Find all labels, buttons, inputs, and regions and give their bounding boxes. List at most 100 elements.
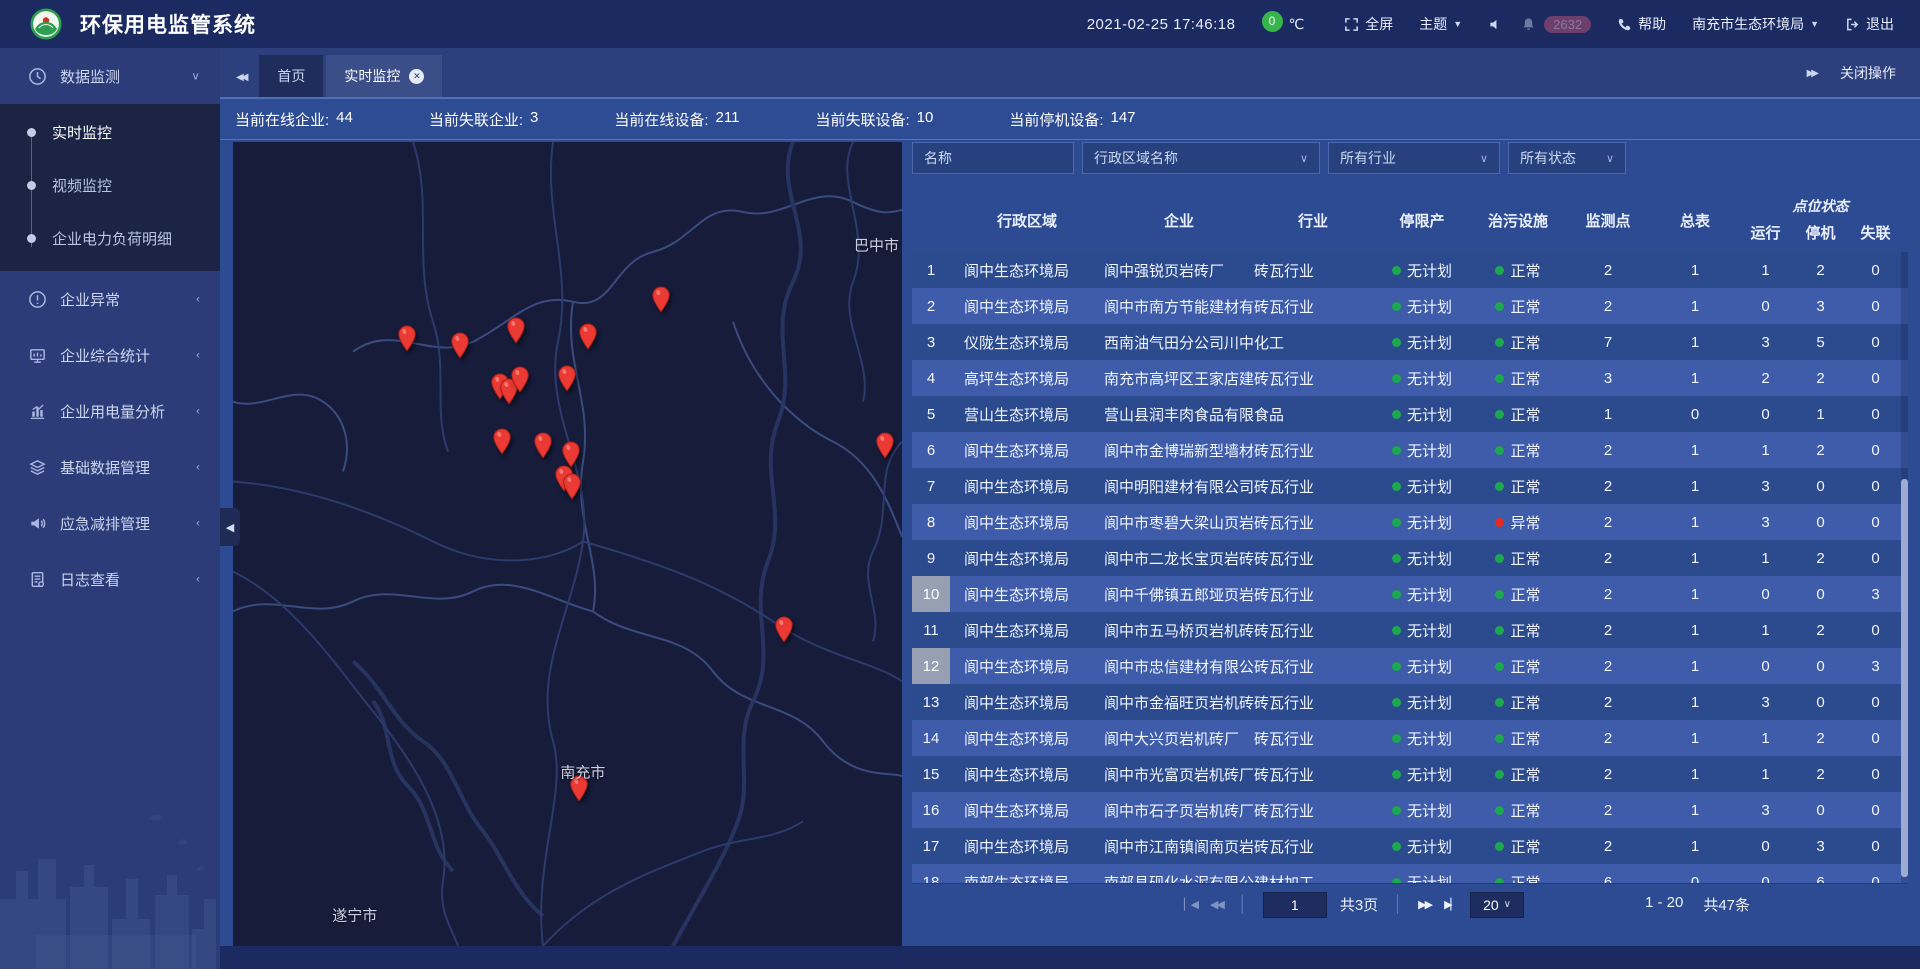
sidebar-item-emergency-reduction-management[interactable]: 应急减排管理‹ bbox=[0, 495, 220, 551]
next-page-button[interactable]: ▶▶ bbox=[1418, 898, 1431, 911]
sidebar-subitem-enterprise-power-load-detail[interactable]: 企业电力负荷明细 bbox=[0, 212, 220, 265]
map-pin-icon[interactable] bbox=[876, 432, 895, 464]
speaker-icon bbox=[1488, 17, 1503, 32]
table-row[interactable]: 1阆中生态环境局阆中强锐页岩砖厂砖瓦行业无计划正常21120 bbox=[912, 252, 1908, 288]
cell-facility-status: 正常 bbox=[1472, 872, 1564, 884]
stat-value: 10 bbox=[917, 109, 934, 130]
cell-facility-status: 正常 bbox=[1472, 404, 1564, 425]
table-row[interactable]: 9阆中生态环境局阆中市二龙长宝页岩砖砖瓦行业无计划正常21120 bbox=[912, 540, 1908, 576]
table-row[interactable]: 14阆中生态环境局阆中大兴页岩机砖厂砖瓦行业无计划正常21120 bbox=[912, 720, 1908, 756]
table-row[interactable]: 8阆中生态环境局阆中市枣碧大梁山页岩砖瓦行业无计划异常21300 bbox=[912, 504, 1908, 540]
map-pin-icon[interactable] bbox=[397, 325, 416, 357]
logout-button[interactable]: 退出 bbox=[1845, 14, 1894, 34]
map-pin-icon[interactable] bbox=[579, 323, 598, 355]
tabs-scroll-left-icon[interactable]: ◀◀ bbox=[236, 72, 245, 83]
cell-industry: 砖瓦行业 bbox=[1254, 836, 1372, 857]
cell-industry: 砖瓦行业 bbox=[1254, 692, 1372, 713]
status-dot-icon bbox=[1392, 698, 1401, 707]
close-icon[interactable]: ✕ bbox=[409, 69, 424, 84]
table-row[interactable]: 10阆中生态环境局阆中千佛镇五郎垭页岩砖瓦行业无计划正常21003 bbox=[912, 576, 1908, 612]
table-row[interactable]: 16阆中生态环境局阆中市石子页岩机砖厂砖瓦行业无计划正常21300 bbox=[912, 792, 1908, 828]
map-pin-icon[interactable] bbox=[652, 286, 671, 318]
notifications-button[interactable]: 2632 bbox=[1521, 16, 1591, 33]
cell-monitor-points: 2 bbox=[1564, 442, 1652, 459]
temperature: 0 ℃ bbox=[1262, 16, 1305, 33]
prev-page-button[interactable]: ◀◀ bbox=[1210, 898, 1223, 911]
cell-monitor-points: 2 bbox=[1564, 478, 1652, 495]
page-size-select[interactable]: 20∨ bbox=[1470, 892, 1524, 918]
cell-company: 阆中市金福旺页岩机砖 bbox=[1104, 692, 1254, 713]
last-page-button[interactable]: ▶▏ bbox=[1444, 898, 1457, 911]
cell-stopped: 6 bbox=[1793, 874, 1848, 884]
main-content: ◀ bbox=[220, 140, 1920, 969]
sidebar-item-data-monitoring[interactable]: 数据监测∨ bbox=[0, 48, 220, 104]
tab-home[interactable]: 首页 bbox=[259, 55, 323, 97]
map-pin-icon[interactable] bbox=[506, 317, 525, 349]
map-pin-icon[interactable] bbox=[450, 332, 469, 364]
cell-industry: 砖瓦行业 bbox=[1254, 656, 1372, 677]
table-row[interactable]: 18南部生态环境局南部县砚化水泥有限公建材加工无计划正常60060 bbox=[912, 864, 1908, 883]
cell-total-meters: 0 bbox=[1652, 406, 1738, 423]
industry-select[interactable]: 所有行业∨ bbox=[1328, 142, 1500, 174]
map-pin-icon[interactable] bbox=[492, 428, 511, 460]
status-select[interactable]: 所有状态∨ bbox=[1508, 142, 1626, 174]
map-pin-icon[interactable] bbox=[563, 473, 582, 505]
org-dropdown[interactable]: 南充市生态环境局▼ bbox=[1692, 14, 1819, 34]
status-dot-icon bbox=[1495, 770, 1504, 779]
table-row[interactable]: 5营山生态环境局营山县润丰肉食品有限食品无计划正常10010 bbox=[912, 396, 1908, 432]
sidebar-item-enterprise-comprehensive-stats[interactable]: 企业综合统计‹ bbox=[0, 327, 220, 383]
table-row[interactable]: 15阆中生态环境局阆中市光富页岩机砖厂砖瓦行业无计划正常21120 bbox=[912, 756, 1908, 792]
sidebar-subitem-label: 实时监控 bbox=[52, 122, 112, 143]
tabs-scroll-right-icon[interactable]: ▶▶ bbox=[1807, 68, 1816, 79]
table-row[interactable]: 2阆中生态环境局阆中市南方节能建材有砖瓦行业无计划正常21030 bbox=[912, 288, 1908, 324]
map-pin-icon[interactable] bbox=[533, 432, 552, 464]
stat-online-devices: 当前在线设备:211 bbox=[614, 109, 739, 130]
fullscreen-button[interactable]: 全屏 bbox=[1344, 14, 1393, 34]
theme-button[interactable]: 主题▼ bbox=[1419, 14, 1462, 34]
row-index: 2 bbox=[912, 288, 950, 324]
sidebar-subitem-label: 视频监控 bbox=[52, 175, 112, 196]
table-row[interactable]: 11阆中生态环境局阆中市五马桥页岩机砖砖瓦行业无计划正常21120 bbox=[912, 612, 1908, 648]
table-body: 1阆中生态环境局阆中强锐页岩砖厂砖瓦行业无计划正常211202阆中生态环境局阆中… bbox=[912, 252, 1908, 883]
tab-realtime-monitoring[interactable]: 实时监控 ✕ bbox=[326, 55, 442, 97]
table-row[interactable]: 12阆中生态环境局阆中市忠信建材有限公砖瓦行业无计划正常21003 bbox=[912, 648, 1908, 684]
col-company: 企业 bbox=[1104, 188, 1254, 252]
sidebar-item-label: 应急减排管理 bbox=[60, 513, 196, 534]
region-select[interactable]: 行政区域名称∨ bbox=[1082, 142, 1320, 174]
sidebar-collapse-button[interactable]: ◀ bbox=[220, 508, 240, 546]
cell-company: 阆中市南方节能建材有 bbox=[1104, 296, 1254, 317]
sidebar-item-enterprise-power-usage-analysis[interactable]: 企业用电量分析‹ bbox=[0, 383, 220, 439]
page-number-input[interactable] bbox=[1263, 892, 1327, 918]
sidebar-item-log-view[interactable]: 日志查看‹ bbox=[0, 551, 220, 607]
status-dot-icon bbox=[1392, 446, 1401, 455]
map-pin-icon[interactable] bbox=[511, 366, 530, 398]
row-index: 4 bbox=[912, 360, 950, 396]
sidebar-subitem-realtime-monitoring[interactable]: 实时监控 bbox=[0, 106, 220, 159]
table-row[interactable]: 17阆中生态环境局阆中市江南镇阆南页岩砖瓦行业无计划正常21030 bbox=[912, 828, 1908, 864]
first-page-button[interactable]: ▏◀ bbox=[1184, 898, 1197, 911]
cell-production-status: 无计划 bbox=[1372, 368, 1472, 389]
table-row[interactable]: 4高坪生态环境局南充市高坪区王家店建砖瓦行业无计划正常31220 bbox=[912, 360, 1908, 396]
sound-button[interactable] bbox=[1488, 17, 1503, 32]
map-pin-icon[interactable] bbox=[775, 616, 794, 648]
table-row[interactable]: 3仪陇生态环境局西南油气田分公司川中化工无计划正常71350 bbox=[912, 324, 1908, 360]
name-search-input[interactable] bbox=[912, 142, 1074, 174]
cell-facility-status: 正常 bbox=[1472, 476, 1564, 497]
status-dot-icon bbox=[1392, 338, 1401, 347]
table-row[interactable]: 13阆中生态环境局阆中市金福旺页岩机砖砖瓦行业无计划正常21300 bbox=[912, 684, 1908, 720]
scrollbar-thumb[interactable] bbox=[1901, 479, 1908, 877]
sidebar-item-basic-data-management[interactable]: 基础数据管理‹ bbox=[0, 439, 220, 495]
cell-stopped: 2 bbox=[1793, 622, 1848, 639]
sidebar-item-enterprise-abnormal[interactable]: 企业异常‹ bbox=[0, 271, 220, 327]
map-panel[interactable]: 巴中市南充市遂宁市 bbox=[233, 142, 902, 946]
sidebar-subitem-video-monitoring[interactable]: 视频监控 bbox=[0, 159, 220, 212]
cell-facility-status: 正常 bbox=[1472, 260, 1564, 281]
col-total: 总表 bbox=[1652, 188, 1738, 252]
close-operations-button[interactable]: 关闭操作 bbox=[1840, 63, 1896, 83]
bullet-dot-icon bbox=[27, 234, 36, 243]
cell-company: 营山县润丰肉食品有限 bbox=[1104, 404, 1254, 425]
help-button[interactable]: 帮助 bbox=[1617, 14, 1666, 34]
table-row[interactable]: 6阆中生态环境局阆中市金博瑞新型墙材砖瓦行业无计划正常21120 bbox=[912, 432, 1908, 468]
map-pin-icon[interactable] bbox=[557, 365, 576, 397]
table-row[interactable]: 7阆中生态环境局阆中明阳建材有限公司砖瓦行业无计划正常21300 bbox=[912, 468, 1908, 504]
